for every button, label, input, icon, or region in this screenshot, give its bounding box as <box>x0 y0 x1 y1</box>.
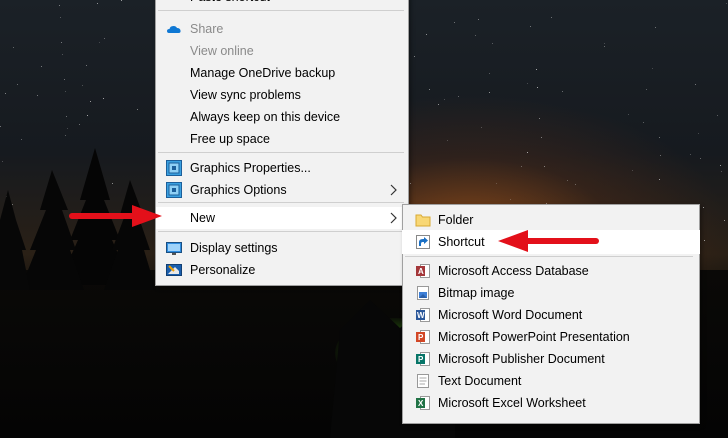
menu-item-label: Personalize <box>190 263 256 277</box>
svg-text:W: W <box>417 311 425 320</box>
word-icon: W <box>415 307 431 323</box>
shortcut-icon <box>415 234 431 250</box>
menu-item-label: Shortcut <box>438 235 485 249</box>
menu-item-label: Display settings <box>190 241 278 255</box>
svg-text:P: P <box>418 333 424 342</box>
menu-item-label: Share <box>190 22 224 36</box>
menu-separator <box>405 256 693 257</box>
access-icon: A <box>415 263 431 279</box>
desktop-context-menu: Paste shortcut Share View online Manage … <box>155 0 409 286</box>
menu-item-label: Folder <box>438 213 474 227</box>
menu-item-view-online[interactable]: View online <box>156 40 408 62</box>
intel-graphics-icon <box>166 182 182 198</box>
menu-separator <box>158 152 404 153</box>
svg-text:P: P <box>418 355 424 364</box>
menu-item-label: Always keep on this device <box>190 110 341 124</box>
menu-item-label: New <box>190 211 216 225</box>
menu-separator <box>158 202 404 203</box>
folder-icon <box>415 212 431 228</box>
new-item-bitmap-image[interactable]: Bitmap image <box>403 282 699 304</box>
menu-item-label: Bitmap image <box>438 286 515 300</box>
new-item-access-database[interactable]: A Microsoft Access Database <box>403 260 699 282</box>
menu-item-label: Microsoft PowerPoint Presentation <box>438 330 630 344</box>
annotation-arrow-shortcut <box>498 230 599 252</box>
menu-item-label: Paste shortcut <box>190 0 270 8</box>
new-item-text-document[interactable]: Text Document <box>403 370 699 392</box>
menu-item-label: Microsoft Excel Worksheet <box>438 396 586 410</box>
menu-item-display-settings[interactable]: Display settings <box>156 237 408 259</box>
onedrive-cloud-icon <box>166 21 182 37</box>
menu-item-label: Microsoft Access Database <box>438 264 589 278</box>
menu-item-free-up-space[interactable]: Free up space <box>156 128 408 150</box>
new-item-excel-worksheet[interactable]: X Microsoft Excel Worksheet <box>403 392 699 414</box>
menu-item-label: Graphics Options <box>190 183 287 197</box>
monitor-icon <box>166 240 182 256</box>
intel-graphics-icon <box>166 160 182 176</box>
annotation-arrow-new <box>69 205 162 227</box>
menu-item-label: View sync problems <box>190 88 301 102</box>
bitmap-icon <box>415 285 431 301</box>
new-item-powerpoint-presentation[interactable]: P Microsoft PowerPoint Presentation <box>403 326 699 348</box>
new-item-word-document[interactable]: W Microsoft Word Document <box>403 304 699 326</box>
publisher-icon: P <box>415 351 431 367</box>
menu-separator <box>158 231 404 232</box>
new-item-publisher-document[interactable]: P Microsoft Publisher Document <box>403 348 699 370</box>
menu-item-personalize[interactable]: Personalize <box>156 259 408 281</box>
personalize-icon <box>166 262 182 278</box>
menu-item-label: Text Document <box>438 374 522 388</box>
powerpoint-icon: P <box>415 329 431 345</box>
menu-item-share[interactable]: Share <box>156 18 408 40</box>
menu-item-always-keep-on-device[interactable]: Always keep on this device <box>156 106 408 128</box>
text-document-icon <box>415 373 431 389</box>
svg-text:A: A <box>418 267 424 276</box>
menu-item-new[interactable]: New <box>156 207 408 229</box>
menu-item-label: Microsoft Publisher Document <box>438 352 605 366</box>
menu-item-paste-shortcut[interactable]: Paste shortcut <box>156 0 408 8</box>
menu-item-label: Manage OneDrive backup <box>190 66 336 80</box>
menu-item-graphics-properties[interactable]: Graphics Properties... <box>156 157 408 179</box>
menu-item-label: Free up space <box>190 132 270 146</box>
menu-item-view-sync-problems[interactable]: View sync problems <box>156 84 408 106</box>
menu-item-label: View online <box>190 44 254 58</box>
menu-item-manage-onedrive-backup[interactable]: Manage OneDrive backup <box>156 62 408 84</box>
excel-icon: X <box>415 395 431 411</box>
menu-separator <box>158 10 404 11</box>
svg-text:X: X <box>418 399 424 408</box>
menu-item-graphics-options[interactable]: Graphics Options <box>156 179 408 201</box>
menu-item-label: Graphics Properties... <box>190 161 311 175</box>
menu-item-label: Microsoft Word Document <box>438 308 583 322</box>
